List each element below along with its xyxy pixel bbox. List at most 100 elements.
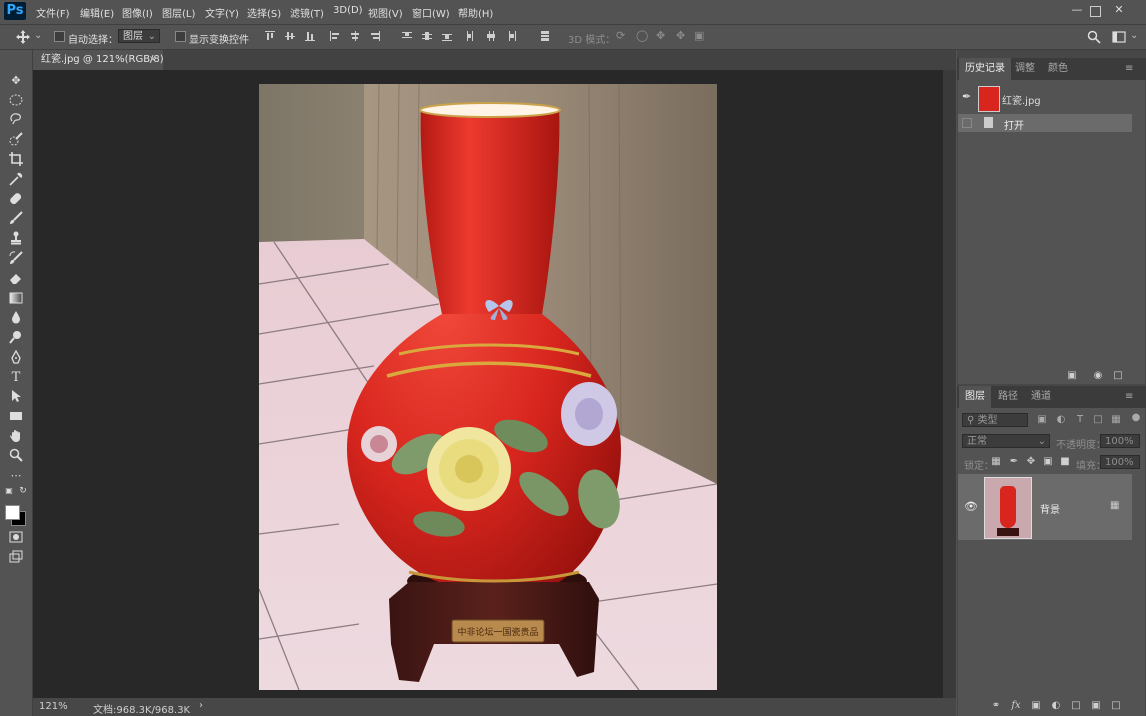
menu-select[interactable]: 选择(S) (247, 5, 281, 20)
gradient-tool-icon[interactable] (8, 291, 24, 307)
chevron-down-icon[interactable]: ⌄ (1130, 30, 1138, 41)
tab-channels[interactable]: 通道 (1025, 386, 1057, 408)
new-document-from-state-icon[interactable]: ▣ (1066, 370, 1078, 382)
menu-file[interactable]: 文件(F) (36, 5, 70, 20)
distribute-right-icon[interactable] (506, 31, 516, 41)
quick-mask-icon[interactable] (8, 530, 24, 546)
lock-pixels-icon[interactable]: ✒ (1008, 456, 1020, 468)
history-brush-icon[interactable]: ✒ (962, 90, 971, 103)
blend-mode-dropdown[interactable]: 正常 ⌄ (962, 434, 1050, 448)
eraser-tool-icon[interactable] (8, 271, 24, 287)
align-hcenter-icon[interactable] (350, 31, 360, 41)
auto-align-icon[interactable] (540, 31, 550, 41)
3d-slide-icon[interactable]: ✥ (676, 29, 685, 42)
lasso-tool-icon[interactable] (8, 112, 24, 128)
adjustment-layer-icon[interactable]: ◐ (1050, 700, 1062, 712)
menu-type[interactable]: 文字(Y) (205, 5, 239, 20)
align-top-icon[interactable] (265, 31, 275, 41)
eyedropper-tool-icon[interactable] (8, 172, 24, 188)
close-tab-icon[interactable]: × (149, 50, 157, 70)
zoom-level[interactable]: 121% (39, 701, 68, 712)
filter-type-icon[interactable]: T (1074, 414, 1086, 426)
filter-shape-icon[interactable]: □ (1092, 414, 1104, 426)
tab-color[interactable]: 颜色 (1042, 58, 1074, 80)
menu-3d[interactable]: 3D(D) (333, 5, 363, 16)
tab-paths[interactable]: 路径 (992, 386, 1024, 408)
marquee-tool-icon[interactable] (8, 93, 24, 109)
swap-colors-icon[interactable]: ↻ (18, 486, 28, 496)
tab-history[interactable]: 历史记录 (959, 58, 1011, 80)
search-icon[interactable] (1087, 30, 1101, 44)
workspace-icon[interactable] (1112, 30, 1126, 44)
pen-tool-icon[interactable] (8, 349, 24, 366)
menu-view[interactable]: 视图(V) (368, 5, 403, 20)
menu-layer[interactable]: 图层(L) (162, 5, 195, 20)
eye-icon[interactable]: 👁 (964, 500, 978, 513)
fill-input[interactable]: 100% (1100, 455, 1140, 469)
chevron-right-icon[interactable]: › (199, 700, 203, 711)
filter-smart-object-icon[interactable]: ▦ (1110, 414, 1122, 426)
filter-pixel-icon[interactable]: ▣ (1036, 414, 1048, 426)
trash-icon[interactable]: □ (1112, 370, 1124, 382)
history-snapshot[interactable]: ✒ 红瓷.jpg (958, 86, 1132, 112)
foreground-color-swatch[interactable] (5, 505, 20, 520)
document-image[interactable]: 中非论坛一国瓷贵品 (259, 84, 717, 690)
clone-stamp-tool-icon[interactable] (8, 231, 24, 247)
maximize-icon[interactable] (1090, 6, 1101, 17)
align-vcenter-icon[interactable] (285, 31, 295, 41)
new-group-icon[interactable]: □ (1070, 700, 1082, 712)
vertical-scrollbar[interactable] (943, 70, 956, 698)
menu-edit[interactable]: 编辑(E) (80, 5, 114, 20)
menu-filter[interactable]: 滤镜(T) (290, 5, 324, 20)
history-brush-tool-icon[interactable] (8, 251, 24, 267)
move-tool-icon[interactable]: ✥ (8, 73, 24, 89)
fx-icon[interactable]: fx (1010, 700, 1022, 712)
filter-toggle-icon[interactable]: ● (1130, 412, 1142, 424)
tab-layers[interactable]: 图层 (959, 386, 991, 408)
add-mask-icon[interactable]: ▣ (1030, 700, 1042, 712)
move-tool-icon[interactable] (16, 30, 30, 44)
history-step-checkbox[interactable] (962, 118, 972, 128)
lock-all-icon[interactable]: ■ (1059, 456, 1071, 468)
trash-icon[interactable]: □ (1110, 700, 1122, 712)
align-bottom-icon[interactable] (305, 31, 315, 41)
path-select-tool-icon[interactable] (8, 389, 24, 405)
more-tools-icon[interactable]: ⋯ (8, 468, 24, 484)
type-tool-icon[interactable]: T (8, 370, 24, 386)
auto-select-checkbox[interactable] (54, 31, 65, 42)
opacity-input[interactable]: 100% (1100, 434, 1140, 448)
lock-artboard-icon[interactable]: ▣ (1042, 456, 1054, 468)
menu-image[interactable]: 图像(I) (122, 5, 153, 20)
layer-row[interactable]: 👁 背景 ▦ (958, 474, 1132, 540)
filter-adjustment-icon[interactable]: ◐ (1055, 414, 1067, 426)
auto-select-dropdown[interactable]: 图层 ⌄ (118, 29, 160, 43)
menu-window[interactable]: 窗口(W) (412, 5, 450, 20)
rectangle-tool-icon[interactable] (8, 409, 24, 425)
minimize-icon[interactable]: — (1070, 3, 1084, 17)
align-right-icon[interactable] (370, 31, 380, 41)
chevron-down-icon[interactable]: ⌄ (34, 30, 42, 41)
crop-tool-icon[interactable] (8, 152, 24, 168)
tab-adjustments[interactable]: 调整 (1009, 58, 1041, 80)
lock-position-icon[interactable]: ✥ (1025, 456, 1037, 468)
panel-menu-icon[interactable]: ≡ (1125, 386, 1133, 408)
close-icon[interactable]: ✕ (1112, 3, 1126, 17)
default-colors-icon[interactable]: ▣ (4, 486, 14, 496)
link-layers-icon[interactable]: ⚭ (990, 700, 1002, 712)
align-left-icon[interactable] (330, 31, 340, 41)
distribute-hcenter-icon[interactable] (486, 31, 496, 41)
3d-roll-icon[interactable]: ◯ (636, 29, 648, 42)
canvas-area[interactable]: 中非论坛一国瓷贵品 (33, 70, 943, 698)
quick-select-tool-icon[interactable] (8, 132, 24, 148)
3d-scale-icon[interactable]: ▣ (694, 29, 704, 42)
document-tab[interactable]: 红瓷.jpg @ 121%(RGB/8) × (33, 50, 164, 70)
distribute-bottom-icon[interactable] (442, 31, 452, 41)
screen-mode-icon[interactable] (8, 550, 24, 566)
distribute-vcenter-icon[interactable] (422, 31, 432, 41)
panel-menu-icon[interactable]: ≡ (1125, 58, 1133, 80)
brush-tool-icon[interactable] (8, 211, 24, 227)
kind-filter-dropdown[interactable]: ⚲ 类型 (962, 413, 1028, 427)
3d-pan-icon[interactable]: ✥ (656, 29, 665, 42)
lock-transparent-icon[interactable]: ▦ (990, 456, 1002, 468)
3d-rotate-icon[interactable]: ⟳ (616, 29, 625, 42)
